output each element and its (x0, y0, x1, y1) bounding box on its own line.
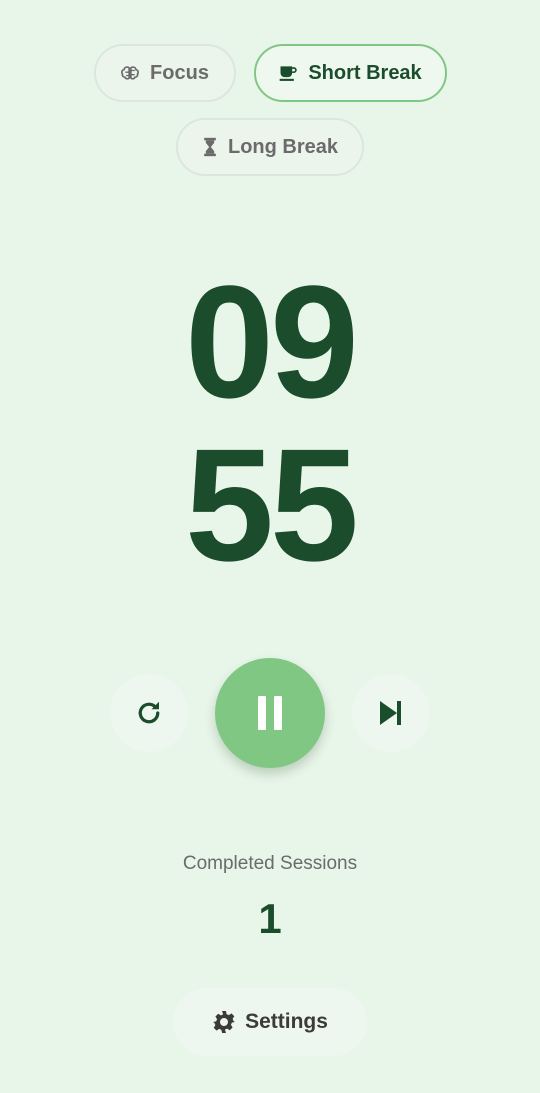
refresh-icon (134, 698, 164, 728)
long-break-mode-label: Long Break (227, 135, 339, 158)
timer-minutes: 09 (185, 252, 359, 431)
pause-icon (257, 695, 283, 731)
short-break-mode-button[interactable]: Short Break (253, 44, 447, 102)
gear-icon (212, 1010, 236, 1034)
pause-button[interactable] (215, 658, 325, 768)
short-break-mode-label: Short Break (308, 61, 422, 84)
mode-selector-row-1: Focus Short Break (0, 44, 540, 102)
timer-controls (0, 658, 540, 768)
timer-seconds: 55 (185, 415, 359, 594)
coffee-cup-icon (278, 63, 298, 83)
settings-label: Settings (245, 1010, 328, 1033)
mode-selector-row-2: Long Break (0, 118, 540, 176)
completed-sessions-label: Completed Sessions (182, 853, 358, 874)
brain-icon (120, 63, 140, 83)
settings-button[interactable]: Settings (173, 988, 367, 1056)
skip-button[interactable] (352, 674, 430, 752)
skip-next-icon (378, 699, 404, 727)
hourglass-icon (202, 137, 218, 157)
focus-mode-label: Focus (150, 61, 209, 84)
reset-button[interactable] (110, 674, 188, 752)
long-break-mode-button[interactable]: Long Break (176, 118, 364, 176)
focus-mode-button[interactable]: Focus (93, 44, 236, 102)
completed-sessions-count: 1 (258, 895, 282, 942)
